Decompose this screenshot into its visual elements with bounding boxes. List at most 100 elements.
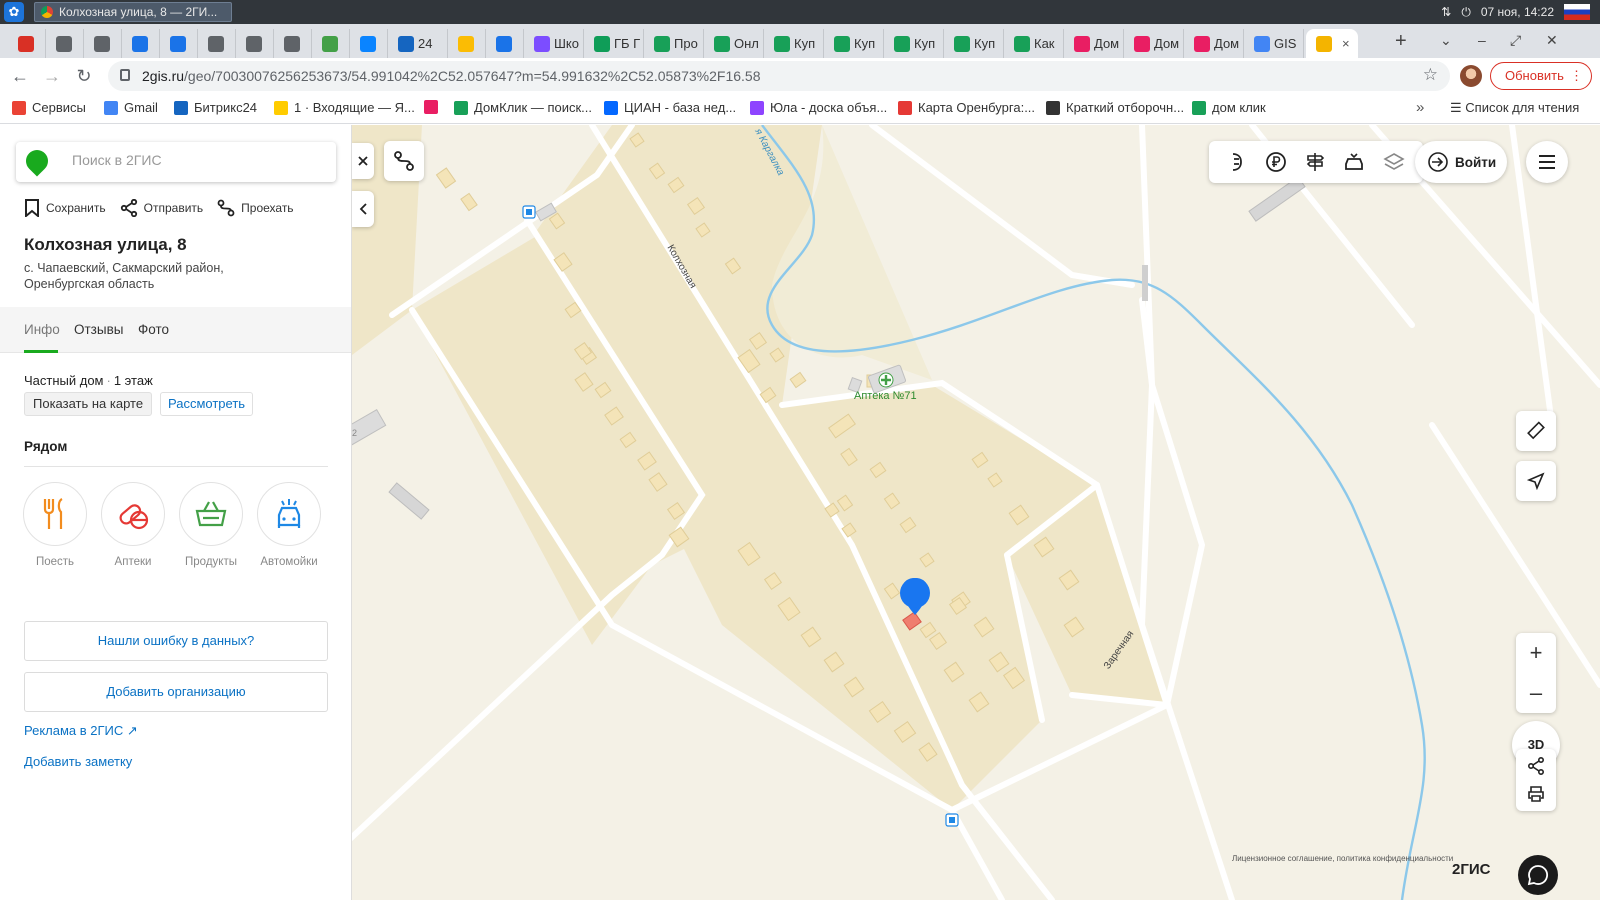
bookmark-item[interactable]: Сервисы — [12, 100, 86, 115]
browser-tab[interactable]: Куп — [824, 29, 884, 58]
minimize-button[interactable]: – — [1478, 32, 1486, 48]
browser-tab-active[interactable]: × — [1306, 29, 1358, 58]
license-link[interactable]: Лицензионное соглашение, политика конфид… — [1232, 854, 1453, 863]
address-bar[interactable]: 2gis.ru/geo/70030076256253673/54.991042%… — [108, 61, 1450, 91]
browser-tab[interactable] — [8, 29, 46, 58]
show-on-map-button[interactable]: Показать на карте — [24, 392, 153, 416]
restore-button[interactable]: ⤢ — [1510, 32, 1521, 49]
browser-tab[interactable] — [448, 29, 486, 58]
examine-button[interactable]: Рассмотреть — [160, 392, 254, 416]
browser-tab[interactable]: Дом — [1184, 29, 1244, 58]
tab-photo[interactable]: Фото — [138, 322, 169, 337]
search-input[interactable] — [72, 152, 322, 168]
bookmark-item[interactable]: 1 · Входящие — Я... — [274, 100, 415, 115]
print-icon[interactable] — [1527, 785, 1545, 803]
browser-tab[interactable]: Куп — [764, 29, 824, 58]
keyboard-layout-flag-icon[interactable] — [1564, 4, 1590, 20]
browser-tab[interactable] — [274, 29, 312, 58]
bookmark-item[interactable]: дом клик — [1192, 100, 1266, 115]
bookmark-item[interactable]: Карта Оренбурга:... — [898, 100, 1035, 115]
bus-stop-icon[interactable] — [522, 205, 536, 219]
forward-icon[interactable]: → — [40, 64, 64, 88]
browser-tab[interactable]: Шко — [524, 29, 584, 58]
report-error-button[interactable]: Нашли ошибку в данных? — [24, 621, 328, 661]
back-icon[interactable]: ← — [8, 64, 32, 88]
browser-tab[interactable] — [84, 29, 122, 58]
tab-info[interactable]: Инфо — [24, 322, 60, 337]
ruler-button[interactable] — [1516, 411, 1556, 451]
browser-tab[interactable] — [122, 29, 160, 58]
more-bookmarks-icon[interactable]: » — [1416, 99, 1424, 116]
ruble-icon[interactable] — [1265, 151, 1287, 173]
my-location-button[interactable] — [1516, 461, 1556, 501]
tab-reviews[interactable]: Отзывы — [74, 322, 123, 337]
lock-icon[interactable] — [120, 69, 130, 81]
browser-tab[interactable]: ГБ Г — [584, 29, 644, 58]
search-box[interactable] — [16, 142, 336, 182]
app-launcher-icon[interactable]: ✿ — [4, 2, 24, 22]
browser-tab[interactable] — [350, 29, 388, 58]
bookmark-item[interactable]: Битрикс24 — [174, 100, 257, 115]
save-button[interactable]: Сохранить — [24, 199, 106, 217]
browser-tab[interactable]: Про — [644, 29, 704, 58]
bookmark-item[interactable]: ЦИАН - база нед... — [604, 100, 736, 115]
browser-tab[interactable] — [160, 29, 198, 58]
pharmacy-label[interactable]: Аптека №71 — [854, 390, 917, 402]
bookmark-star-icon[interactable]: ☆ — [1423, 65, 1438, 85]
browser-tab[interactable]: Куп — [884, 29, 944, 58]
bookmark-item[interactable]: Краткий отборочн... — [1046, 100, 1184, 115]
reload-icon[interactable]: ↻ — [72, 64, 96, 88]
nearby-car-wash[interactable]: Автомойки — [256, 482, 322, 568]
advertising-link[interactable]: Реклама в 2ГИС ↗ — [24, 723, 138, 739]
directions-button[interactable] — [384, 141, 424, 181]
close-card-button[interactable] — [352, 143, 374, 179]
layers-icon[interactable] — [1382, 151, 1406, 173]
update-button[interactable]: Обновить ⋮ — [1490, 62, 1592, 90]
clock[interactable]: 07 ноя, 14:22 — [1481, 5, 1554, 19]
route-button[interactable]: Проехать — [217, 199, 294, 217]
parking-car-icon[interactable] — [1343, 151, 1365, 173]
nearby-groceries[interactable]: Продукты — [178, 482, 244, 568]
browser-tab[interactable] — [46, 29, 84, 58]
browser-tab[interactable] — [312, 29, 350, 58]
add-note-link[interactable]: Добавить заметку — [24, 754, 132, 769]
profile-avatar[interactable] — [1460, 65, 1482, 87]
traffic-icon[interactable] — [1226, 151, 1248, 173]
main-menu-button[interactable] — [1526, 141, 1568, 183]
pharmacy-poi-icon[interactable] — [878, 372, 894, 388]
browser-tab[interactable]: Дом — [1064, 29, 1124, 58]
collapse-panel-button[interactable] — [352, 191, 374, 227]
chat-button[interactable] — [1518, 855, 1558, 895]
share-icon[interactable] — [1527, 757, 1545, 775]
bookmark-item[interactable]: ДомКлик — поиск... — [454, 100, 592, 115]
tab-search-icon[interactable]: ⌄ — [1440, 32, 1452, 49]
zoom-in-button[interactable]: + — [1516, 633, 1556, 673]
bookmark-item[interactable] — [424, 100, 438, 114]
browser-tab[interactable] — [236, 29, 274, 58]
browser-tab[interactable]: GIS — [1244, 29, 1304, 58]
browser-tab[interactable] — [198, 29, 236, 58]
signpost-icon[interactable] — [1304, 151, 1326, 173]
map-canvas[interactable]: Колхозная Заречная я Каргалка Аптека №71… — [352, 125, 1600, 900]
add-organization-button[interactable]: Добавить организацию — [24, 672, 328, 712]
browser-tab[interactable]: Как — [1004, 29, 1064, 58]
bookmark-item[interactable]: Gmail — [104, 100, 158, 115]
browser-tab[interactable]: Онл — [704, 29, 764, 58]
login-button[interactable]: Войти — [1415, 141, 1507, 183]
browser-tab[interactable]: Дом — [1124, 29, 1184, 58]
power-icon[interactable]: ⏻ — [1461, 5, 1471, 20]
new-tab-button[interactable]: + — [1395, 30, 1407, 53]
share-button[interactable]: Отправить — [120, 199, 203, 217]
bus-stop-icon[interactable] — [945, 813, 959, 827]
network-icon[interactable]: ⇅ — [1441, 5, 1451, 19]
browser-tab[interactable]: Куп — [944, 29, 1004, 58]
nearby-pharmacy[interactable]: Аптеки — [100, 482, 166, 568]
close-tab-icon[interactable]: × — [1342, 36, 1350, 51]
close-window-button[interactable]: ✕ — [1546, 32, 1558, 49]
zoom-out-button[interactable]: – — [1516, 673, 1556, 713]
reading-list[interactable]: ☰ Список для чтения — [1450, 100, 1579, 116]
taskbar-window[interactable]: Колхозная улица, 8 — 2ГИ... — [34, 2, 232, 22]
bookmark-item[interactable]: Юла - доска объя... — [750, 100, 887, 115]
nearby-food[interactable]: Поесть — [22, 482, 88, 568]
browser-tab[interactable] — [486, 29, 524, 58]
